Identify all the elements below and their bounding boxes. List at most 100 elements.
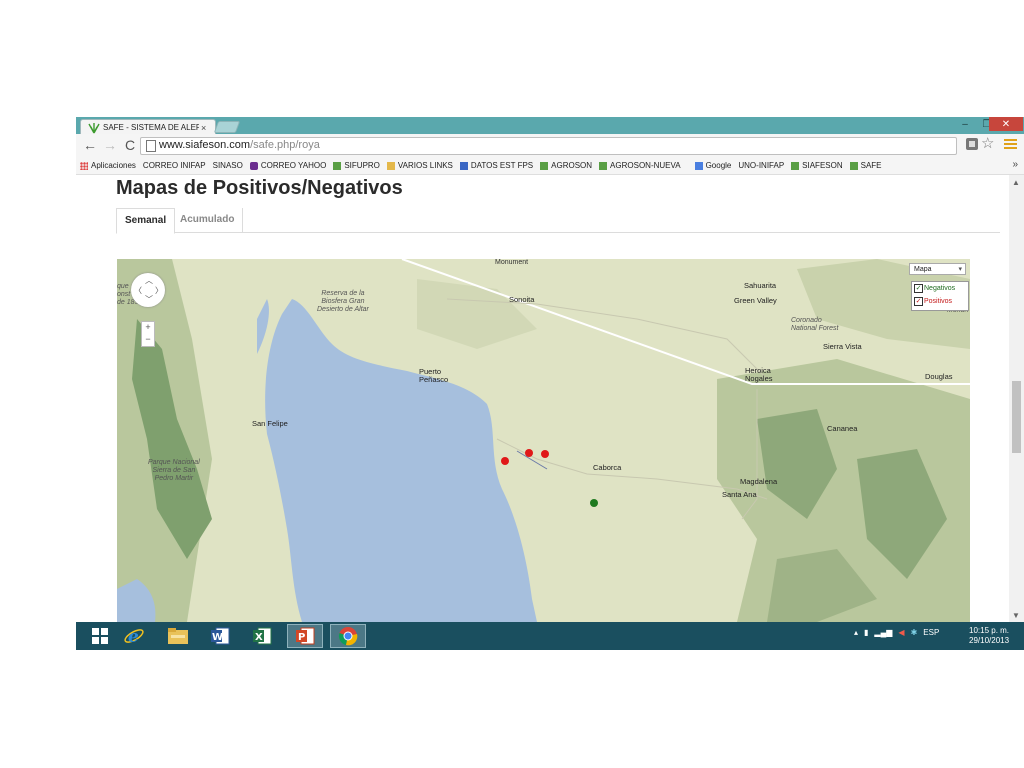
marker-positivo[interactable] (501, 457, 509, 465)
pan-left-icon[interactable]: 〈 (134, 285, 142, 296)
extension-icon[interactable] (966, 138, 978, 150)
map-canvas[interactable] (117, 259, 970, 622)
browser-tab[interactable]: SAFE - SISTEMA DE ALERT × (80, 119, 216, 135)
google-icon (694, 161, 703, 170)
language-indicator[interactable]: ESP (923, 628, 939, 637)
tab-close-icon[interactable]: × (201, 123, 206, 133)
bookmark-uno-inifap[interactable]: UNO-INIFAP (738, 161, 784, 170)
word-icon: W (211, 627, 230, 645)
zoom-in-button[interactable]: + (142, 322, 154, 334)
chrome-icon (338, 627, 358, 646)
forward-button[interactable]: → (102, 137, 118, 153)
scroll-down-arrow-icon[interactable]: ▼ (1012, 611, 1020, 620)
windows-logo-icon (92, 628, 108, 644)
chrome-menu-icon[interactable] (1004, 139, 1017, 150)
map-label-heroica: Heroica Nogales (745, 366, 773, 383)
scroll-up-arrow-icon[interactable]: ▲ (1012, 178, 1020, 187)
url-text[interactable]: www.siafeson.com/safe.php/roya (159, 139, 320, 151)
zoom-out-button[interactable]: − (142, 334, 154, 346)
agroson-icon (599, 161, 608, 170)
pan-down-icon[interactable]: ﹀ (145, 294, 153, 305)
windows-taskbar: e W X P ▴ ▮ ▂▄▆ ◀ ✱ ESP 10:15 p. m. 29/1… (76, 622, 1024, 650)
bookmark-correo-yahoo[interactable]: CORREO YAHOO (249, 161, 326, 170)
network-icon[interactable]: ✱ (911, 628, 918, 637)
bookmark-sifupro[interactable]: SIFUPRO (333, 161, 380, 170)
map-type-selector[interactable]: Mapa (909, 263, 966, 276)
checkbox-positivos[interactable]: ✓ (914, 297, 923, 306)
internet-explorer-button[interactable]: e (116, 624, 152, 648)
map-label-monument: Monument (495, 259, 529, 266)
chart-icon (459, 161, 468, 170)
tab-title: SAFE - SISTEMA DE ALERT (103, 123, 199, 132)
map-label-magdalena: Magdalena (740, 477, 778, 486)
bookmark-agroson[interactable]: AGROSON (540, 161, 592, 170)
map-label-puerto: Puerto Peñasco (419, 367, 449, 384)
bookmark-google[interactable]: Google (694, 161, 731, 170)
svg-text:X: X (255, 632, 263, 643)
map-pan-control[interactable]: ︿ 〈 〉 ﹀ (131, 273, 165, 307)
bookmark-correo-inifap[interactable]: CORREO INIFAP (143, 161, 206, 170)
map-label-reserva: Reserva de la Biosfera Gran Desierto de … (317, 290, 369, 313)
bookmark-siafeson[interactable]: SIAFESON (791, 161, 843, 170)
url-path: /safe.php/roya (250, 139, 320, 151)
yahoo-icon (249, 161, 258, 170)
map-label-sierra-vista: Sierra Vista (823, 342, 862, 351)
minimize-button[interactable]: – (954, 117, 976, 131)
apps-icon (80, 161, 88, 170)
map-label-parque: Parque Nacional Sierra de San Pedro Mart… (148, 459, 200, 482)
windows-start-button[interactable] (82, 624, 118, 648)
checkbox-negativos[interactable]: ✓ (914, 284, 923, 293)
clock-time: 10:15 p. m. (969, 626, 1010, 635)
scroll-thumb[interactable] (1012, 381, 1021, 453)
tray-expand-icon[interactable]: ▴ (854, 628, 858, 637)
volume-icon[interactable]: ◀ (898, 628, 904, 637)
safe-icon (849, 161, 858, 170)
page-title: Mapas de Positivos/Negativos (116, 177, 403, 199)
bookmark-star-icon[interactable]: ☆ (981, 135, 994, 153)
sifupro-icon (333, 161, 342, 170)
bookmark-safe[interactable]: SAFE (849, 161, 882, 170)
pan-up-icon[interactable]: ︿ (145, 275, 153, 286)
page-scrollbar[interactable]: ▲ ▼ (1009, 175, 1024, 622)
new-tab-button[interactable] (213, 121, 241, 133)
clock-date: 29/10/2013 (969, 636, 1010, 645)
url-host: www.siafeson.com (159, 139, 251, 151)
safe-favicon-icon (88, 122, 100, 133)
battery-icon[interactable]: ▮ (864, 628, 868, 637)
signal-icon[interactable]: ▂▄▆ (874, 628, 892, 637)
bookmark-aplicaciones[interactable]: Aplicaciones (80, 161, 136, 170)
page-tabs: Semanal Acumulado (116, 208, 1000, 234)
legend-positivos[interactable]: ✓ Positivos (912, 295, 968, 308)
svg-text:e: e (128, 627, 139, 647)
back-button[interactable]: ← (82, 137, 98, 153)
map-label-caborca: Caborca (593, 463, 622, 472)
marker-negativo[interactable] (590, 499, 598, 507)
map-view[interactable]: Monument Sonoita Sahuarita Green Valley … (117, 259, 970, 622)
file-explorer-button[interactable] (160, 624, 196, 648)
address-bar[interactable]: www.siafeson.com/safe.php/roya (140, 137, 957, 155)
reload-button[interactable]: C (122, 137, 138, 153)
marker-positivo[interactable] (541, 450, 549, 458)
bookmark-datos-est-fps[interactable]: DATOS EST FPS (459, 161, 533, 170)
bookmark-agroson-nueva[interactable]: AGROSON-NUEVA (599, 161, 681, 170)
marker-positivo[interactable] (525, 449, 533, 457)
taskbar-clock[interactable]: 10:15 p. m. 29/10/2013 (969, 626, 1009, 646)
tab-semanal[interactable]: Semanal (116, 208, 176, 234)
bookmark-sinaso[interactable]: SINASO (213, 161, 243, 170)
pan-right-icon[interactable]: 〉 (155, 285, 163, 296)
chrome-button[interactable] (330, 624, 366, 648)
map-label-sonoita: Sonoita (509, 295, 535, 304)
word-button[interactable]: W (202, 624, 238, 648)
powerpoint-button[interactable]: P (287, 624, 323, 648)
map-label-san-felipe: San Felipe (252, 419, 288, 428)
tab-acumulado[interactable]: Acumulado (172, 208, 244, 232)
legend-negativos[interactable]: ✓ Negativos (912, 282, 968, 295)
bookmarks-bar: Aplicaciones CORREO INIFAP SINASO CORREO… (76, 157, 1024, 175)
bookmarks-more-button[interactable]: » (1012, 159, 1018, 170)
close-window-button[interactable]: ✕ (989, 117, 1023, 131)
folder-icon (168, 628, 188, 644)
bookmark-varios-links[interactable]: VARIOS LINKS (386, 161, 453, 170)
excel-button[interactable]: X (244, 624, 280, 648)
system-tray: ▴ ▮ ▂▄▆ ◀ ✱ ESP (854, 628, 945, 637)
map-label-douglas: Douglas (925, 372, 953, 381)
